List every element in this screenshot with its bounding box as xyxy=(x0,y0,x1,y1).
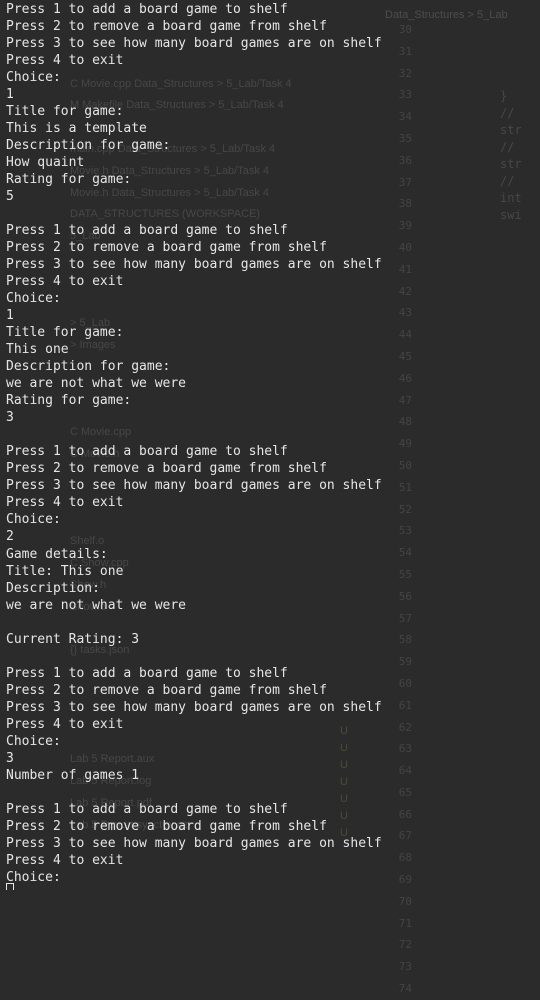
terminal-line: Current Rating: 3 xyxy=(6,631,140,647)
terminal-line: This is a template xyxy=(6,121,147,137)
terminal-line: Title for game: xyxy=(6,325,124,341)
terminal-line: Rating for game: xyxy=(6,393,132,409)
terminal-line: Choice: xyxy=(6,291,61,307)
terminal-line: Press 4 to exit xyxy=(6,852,124,868)
terminal-line: 5 xyxy=(6,189,14,205)
terminal-line: Press 3 to see how many board games are … xyxy=(6,835,382,851)
terminal-line: Rating for game: xyxy=(6,172,132,188)
terminal-line: Description for game: xyxy=(6,359,171,375)
terminal-line: Press 2 to remove a board game from shel… xyxy=(6,240,327,256)
terminal-line: Choice: xyxy=(6,512,61,528)
terminal-line: Title for game: xyxy=(6,104,124,120)
terminal-line: Press 1 to add a board game to shelf xyxy=(6,444,288,460)
terminal-output[interactable]: Press 1 to add a board game to shelf Pres… xyxy=(6,1,540,886)
line-number: 73 xyxy=(398,960,412,974)
terminal-line: Choice: xyxy=(6,869,61,885)
terminal-line: Press 2 to remove a board game from shel… xyxy=(6,818,327,834)
terminal-line: Press 1 to add a board game to shelf xyxy=(6,223,288,239)
terminal-line: 1 xyxy=(6,308,14,324)
terminal-line: Description: xyxy=(6,580,100,596)
terminal-line: Press 4 to exit xyxy=(6,716,124,732)
terminal-line: 3 xyxy=(6,410,14,426)
terminal-line: we are not what we were xyxy=(6,376,187,392)
terminal-line: Press 2 to remove a board game from shel… xyxy=(6,682,327,698)
terminal-line: How quaint xyxy=(6,155,85,171)
terminal-line: we are not what we were xyxy=(6,597,187,613)
terminal-line: Press 2 to remove a board game from shel… xyxy=(6,461,327,477)
terminal-line: Press 3 to see how many board games are … xyxy=(6,257,382,273)
terminal-line: Choice: xyxy=(6,733,61,749)
line-number: 71 xyxy=(398,916,412,930)
line-number: 70 xyxy=(398,894,412,908)
terminal-line: Title: This one xyxy=(6,563,124,579)
terminal-line: Press 1 to add a board game to shelf xyxy=(6,665,288,681)
terminal-line: Number of games 1 xyxy=(6,767,140,783)
terminal-line: Press 4 to exit xyxy=(6,495,124,511)
terminal-line: Press 3 to see how many board games are … xyxy=(6,699,382,715)
terminal-line: 2 xyxy=(6,529,14,545)
terminal-line: 1 xyxy=(6,87,14,103)
terminal-line: This one xyxy=(6,342,69,358)
terminal-line: Press 1 to add a board game to shelf xyxy=(6,801,288,817)
line-number: 74 xyxy=(398,982,412,996)
terminal-line: Press 1 to add a board game to shelf xyxy=(6,2,288,17)
terminal-line: Press 3 to see how many board games are … xyxy=(6,478,382,494)
terminal-line: Press 4 to exit xyxy=(6,53,124,69)
terminal-line: Press 4 to exit xyxy=(6,274,124,290)
terminal-line: Press 2 to remove a board game from shel… xyxy=(6,19,327,35)
terminal-line: Description for game: xyxy=(6,138,171,154)
terminal-cursor xyxy=(6,883,14,890)
terminal-line: Game details: xyxy=(6,546,108,562)
line-number: 72 xyxy=(398,938,412,952)
terminal-line: Press 3 to see how many board games are … xyxy=(6,36,382,52)
terminal-line: Choice: xyxy=(6,70,61,86)
terminal-line: 3 xyxy=(6,750,14,766)
